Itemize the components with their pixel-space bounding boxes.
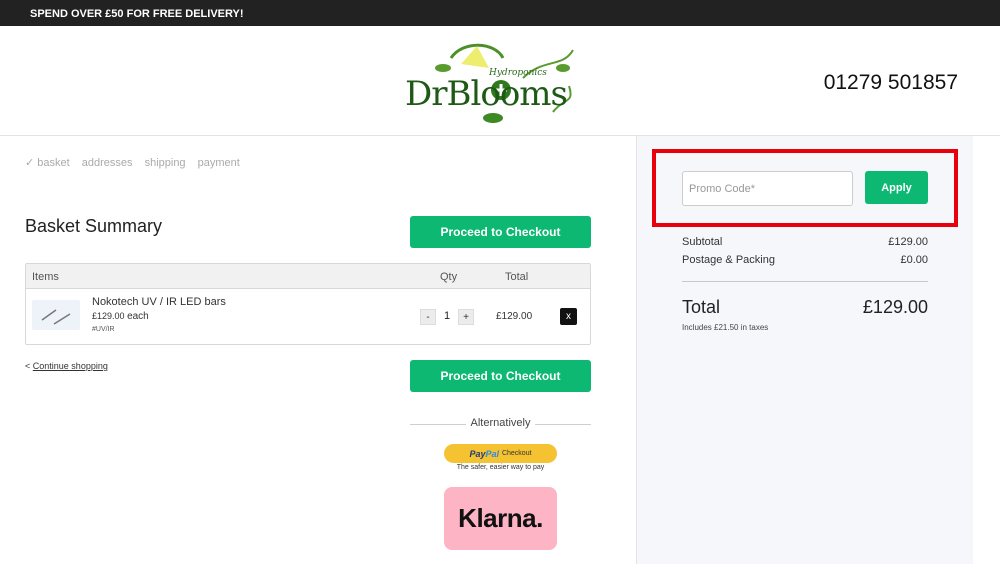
- product-price-value: £129.00: [92, 311, 125, 321]
- promo-banner-text: SPEND OVER £50 FOR FREE DELIVERY!: [30, 8, 244, 20]
- subtotal-value: £129.00: [888, 236, 928, 248]
- step-shipping: shipping: [144, 157, 186, 169]
- step-addresses: addresses: [81, 157, 133, 169]
- product-unit-price: £129.00 each: [92, 311, 149, 322]
- site-header: Hydroponics DrBlooms 01279 501857: [0, 26, 1000, 136]
- qty-value: 1: [444, 310, 451, 322]
- column-items: Items: [32, 271, 59, 283]
- continue-shopping-link[interactable]: Continue shopping: [33, 361, 108, 371]
- qty-decrease-button[interactable]: -: [420, 309, 436, 325]
- summary-divider: [682, 281, 928, 282]
- paypal-checkout-button[interactable]: PayPal Checkout: [444, 444, 557, 463]
- klarna-button[interactable]: Klarna.: [444, 487, 557, 550]
- continue-arrow-icon: <: [25, 361, 31, 371]
- apply-promo-button[interactable]: Apply: [865, 171, 928, 204]
- product-name[interactable]: Nokotech UV / IR LED bars: [92, 296, 226, 308]
- product-price-each: each: [127, 311, 149, 322]
- paypal-logo-part-a: Pay: [469, 448, 486, 459]
- proceed-to-checkout-button[interactable]: Proceed to Checkout: [410, 216, 591, 248]
- alternatively-divider: Alternatively: [410, 417, 591, 429]
- remove-item-button[interactable]: x: [560, 308, 577, 325]
- total-value: £129.00: [862, 297, 928, 317]
- checkout-steps: ✓ basket addresses shipping payment: [25, 156, 249, 169]
- proceed-to-checkout-button-bottom[interactable]: Proceed to Checkout: [410, 360, 591, 392]
- taxes-note: Includes £21.50 in taxes: [682, 323, 769, 332]
- step-basket[interactable]: ✓ basket: [25, 157, 70, 169]
- basket-table: Items Qty Total Nokotech UV / IR LED bar…: [25, 263, 591, 345]
- promo-banner: SPEND OVER £50 FOR FREE DELIVERY!: [0, 0, 1000, 26]
- product-thumbnail[interactable]: [32, 300, 80, 330]
- step-payment: payment: [197, 157, 240, 169]
- column-qty: Qty: [440, 271, 458, 283]
- page-title: Basket Summary: [25, 216, 163, 236]
- paypal-cta: Checkout: [501, 450, 532, 457]
- product-sku: #UV/IR: [92, 326, 115, 333]
- paypal-logo-part-b: Pal: [485, 448, 499, 459]
- column-total: Total: [505, 271, 529, 283]
- table-row: Nokotech UV / IR LED bars £129.00 each #…: [26, 289, 590, 344]
- paypal-tagline: The safer, easier way to pay: [456, 464, 545, 471]
- continue-shopping: < Continue shopping: [25, 361, 108, 371]
- line-total: £129.00: [496, 311, 533, 322]
- paypal-logo: PayPal: [469, 449, 499, 459]
- qty-increase-button[interactable]: +: [458, 309, 474, 325]
- postage-value: £0.00: [900, 254, 928, 266]
- total-label: Total: [682, 297, 721, 317]
- promo-code-input[interactable]: [682, 171, 853, 206]
- table-header: Items Qty Total: [26, 264, 590, 289]
- postage-label: Postage & Packing: [682, 254, 775, 266]
- phone-number[interactable]: 01279 501857: [824, 71, 958, 95]
- logo-wordmark: DrBlooms: [405, 74, 568, 114]
- logo[interactable]: Hydroponics DrBlooms: [403, 38, 579, 128]
- subtotal-label: Subtotal: [682, 236, 723, 248]
